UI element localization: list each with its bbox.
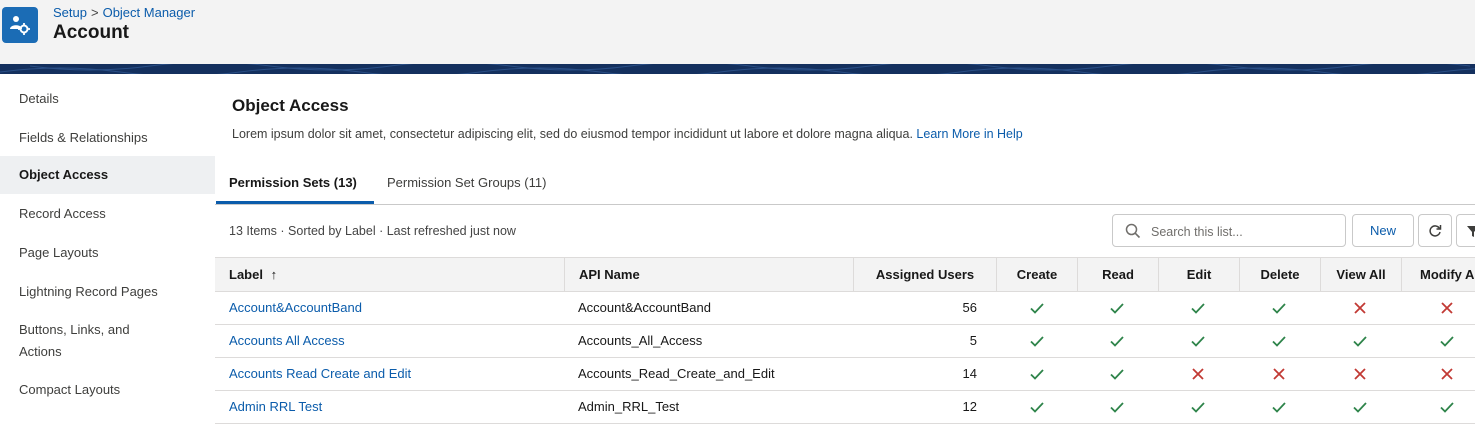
sidebar-item-label: Details	[19, 91, 59, 106]
checkmark-icon	[1353, 336, 1367, 347]
column-header-edit[interactable]: Edit	[1158, 258, 1239, 291]
permission-set-link[interactable]: Accounts Read Create and Edit	[229, 358, 559, 390]
api-name-cell: Account&AccountBand	[578, 300, 711, 315]
checkmark-icon	[1272, 402, 1286, 413]
sidebar-item-label: Lightning Record Pages	[19, 284, 158, 299]
sidebar-item-object-access[interactable]: Object Access	[0, 156, 215, 194]
tabs-divider	[215, 204, 1475, 205]
filter-button[interactable]	[1456, 214, 1475, 247]
sidebar: Details Fields & Relationships Object Ac…	[0, 74, 215, 416]
filter-icon	[1467, 225, 1475, 237]
search-box[interactable]	[1112, 214, 1346, 247]
search-input[interactable]	[1149, 221, 1338, 243]
sidebar-item-label: Compact Layouts	[19, 382, 121, 397]
checkmark-icon	[1030, 303, 1044, 314]
column-header-view-all[interactable]: View All	[1320, 258, 1401, 291]
cross-icon	[1354, 302, 1366, 314]
permission-set-link[interactable]: Admin RRL Test	[229, 391, 559, 423]
sidebar-item-label: Object Access	[19, 167, 109, 182]
api-name-cell: Accounts_Read_Create_and_Edit	[578, 366, 775, 381]
sidebar-item-label: Page Layouts	[19, 245, 99, 260]
description-text: Lorem ipsum dolor sit amet, consectetur …	[232, 127, 913, 141]
assigned-users-cell: 14	[962, 366, 977, 381]
checkmark-icon	[1030, 402, 1044, 413]
sidebar-item-buttons-links-actions[interactable]: Buttons, Links, and Actions	[0, 319, 150, 363]
cross-icon	[1441, 302, 1453, 314]
assigned-users-cell: 5	[969, 333, 977, 348]
sidebar-item-details[interactable]: Details	[0, 88, 215, 112]
checkmark-icon	[1191, 336, 1205, 347]
checkmark-icon	[1110, 303, 1124, 314]
checkmark-icon	[1272, 303, 1286, 314]
api-name-cell: Admin_RRL_Test	[578, 399, 680, 414]
breadcrumb-separator: >	[90, 5, 99, 20]
column-header-modify-all[interactable]: Modify A	[1401, 258, 1475, 291]
cross-icon	[1273, 368, 1285, 380]
checkmark-icon	[1272, 336, 1286, 347]
page-title: Account	[53, 22, 129, 43]
column-header-label[interactable]: Label ↑	[215, 258, 564, 291]
column-header-text: Label	[229, 267, 263, 282]
checkmark-icon	[1110, 402, 1124, 413]
checkmark-icon	[1110, 369, 1124, 380]
checkmark-icon	[1110, 336, 1124, 347]
breadcrumb-object-manager[interactable]: Object Manager	[103, 5, 196, 20]
table-header: Label ↑ API Name Assigned Users Create R…	[215, 257, 1475, 292]
cross-icon	[1441, 368, 1453, 380]
table-row: Admin RRL Test Admin_RRL_Test 12	[215, 391, 1475, 424]
assigned-users-cell: 56	[962, 300, 977, 315]
table-row: Account&AccountBand Account&AccountBand …	[215, 292, 1475, 325]
learn-more-link[interactable]: Learn More in Help	[916, 127, 1022, 141]
sidebar-item-record-access[interactable]: Record Access	[0, 203, 215, 227]
permission-set-link[interactable]: Account&AccountBand	[229, 292, 559, 324]
checkmark-icon	[1440, 336, 1454, 347]
checkmark-icon	[1440, 402, 1454, 413]
list-info: 13 Items · Sorted by Label · Last refres…	[229, 224, 516, 238]
refresh-icon	[1429, 224, 1442, 237]
permission-set-link[interactable]: Accounts All Access	[229, 325, 559, 357]
checkmark-icon	[1030, 369, 1044, 380]
sidebar-item-label: Record Access	[19, 206, 106, 221]
search-icon	[1125, 223, 1141, 242]
section-description: Lorem ipsum dolor sit amet, consectetur …	[232, 127, 1023, 141]
refresh-button[interactable]	[1418, 214, 1452, 247]
main-content: Object Access Lorem ipsum dolor sit amet…	[215, 74, 1475, 424]
section-title: Object Access	[232, 96, 349, 115]
column-header-create[interactable]: Create	[996, 258, 1077, 291]
tab-permission-set-groups[interactable]: Permission Set Groups (11)	[387, 175, 546, 190]
sort-ascending-icon: ↑	[270, 267, 278, 282]
cross-icon	[1354, 368, 1366, 380]
checkmark-icon	[1030, 336, 1044, 347]
tab-permission-sets[interactable]: Permission Sets (13)	[229, 175, 357, 190]
breadcrumb-setup[interactable]: Setup	[53, 5, 87, 20]
sidebar-item-compact-layouts[interactable]: Compact Layouts	[0, 379, 215, 403]
new-button[interactable]: New	[1352, 214, 1414, 247]
sidebar-item-label: Fields & Relationships	[19, 130, 148, 145]
sidebar-item-lightning-record-pages[interactable]: Lightning Record Pages	[0, 281, 215, 305]
page-header: Setup > Object Manager Account	[0, 0, 1475, 64]
checkmark-icon	[1191, 402, 1205, 413]
column-header-read[interactable]: Read	[1077, 258, 1158, 291]
checkmark-icon	[1191, 303, 1205, 314]
sidebar-item-fields-relationships[interactable]: Fields & Relationships	[0, 127, 215, 151]
assigned-users-cell: 12	[962, 399, 977, 414]
table-row: Accounts All Access Accounts_All_Access …	[215, 325, 1475, 358]
column-header-assigned-users[interactable]: Assigned Users	[853, 258, 996, 291]
sidebar-item-label: Buttons, Links, and Actions	[19, 322, 130, 359]
cross-icon	[1192, 368, 1204, 380]
breadcrumb: Setup > Object Manager	[53, 5, 195, 20]
header-decorative-band	[0, 64, 1475, 74]
table-row: Accounts Read Create and Edit Accounts_R…	[215, 358, 1475, 391]
checkmark-icon	[1353, 402, 1367, 413]
column-header-delete[interactable]: Delete	[1239, 258, 1320, 291]
api-name-cell: Accounts_All_Access	[578, 333, 703, 348]
sidebar-item-page-layouts[interactable]: Page Layouts	[0, 242, 215, 266]
object-manager-icon	[2, 7, 38, 43]
column-header-api-name[interactable]: API Name	[564, 258, 853, 291]
